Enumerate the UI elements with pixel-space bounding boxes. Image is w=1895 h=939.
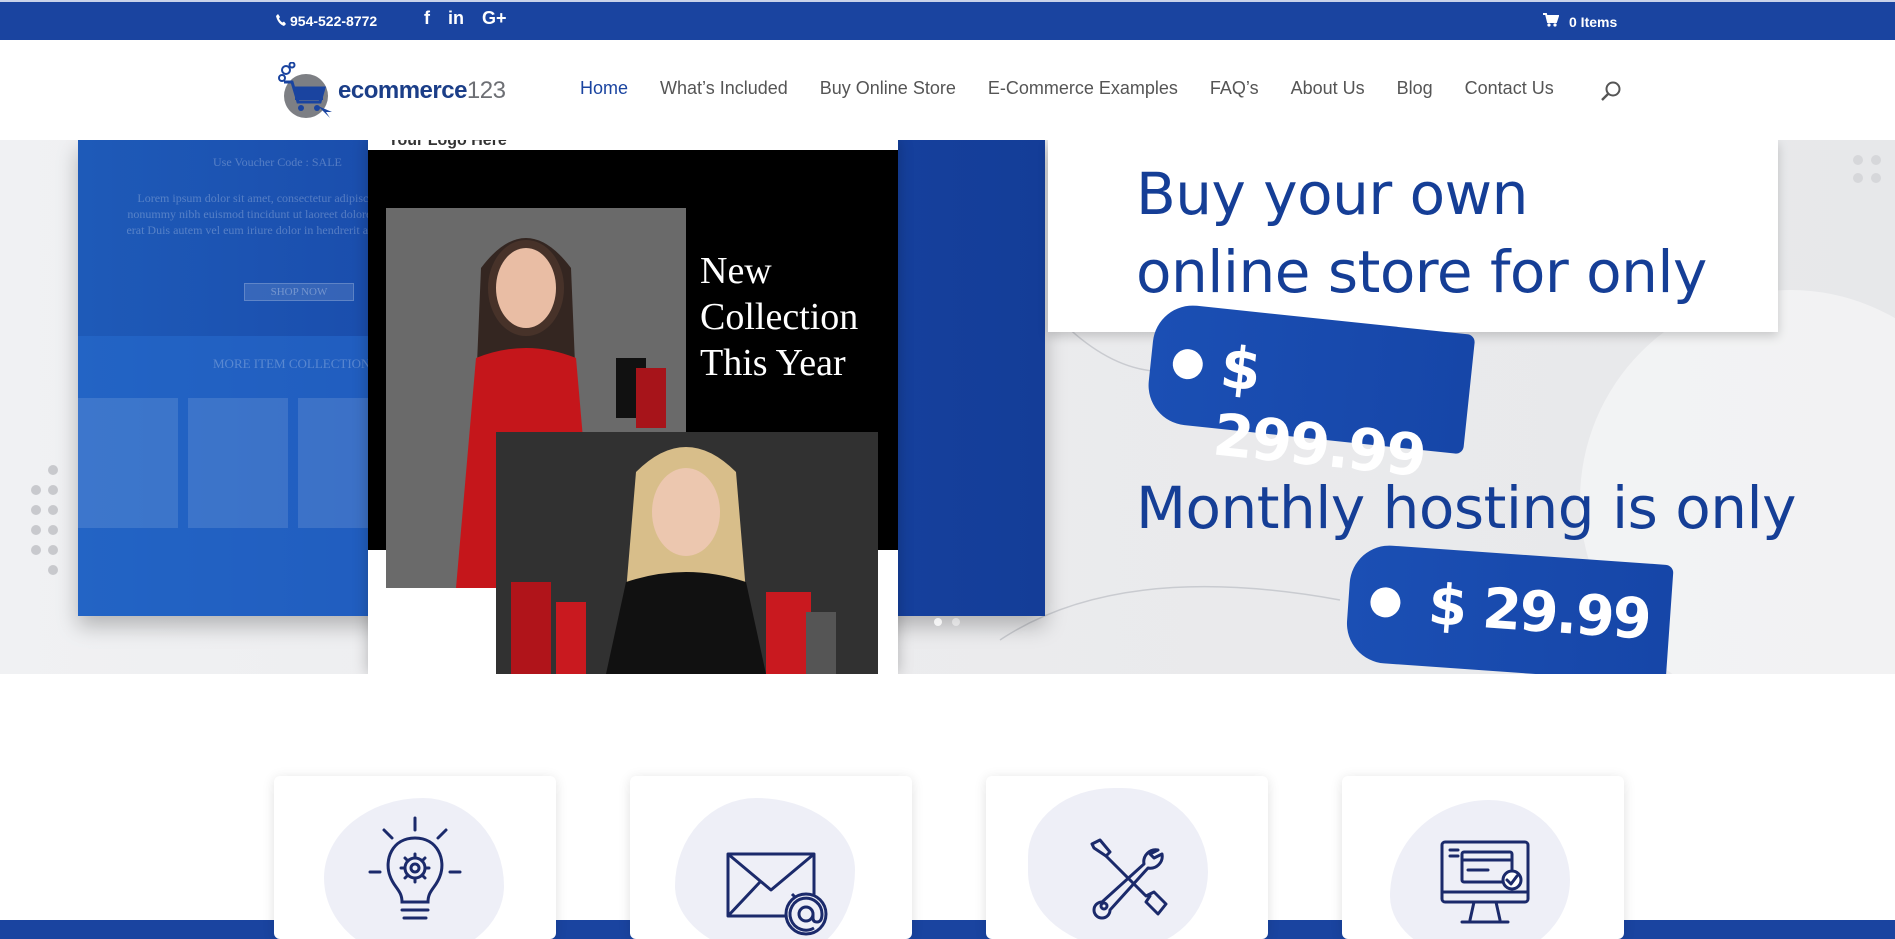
tools-icon (1090, 838, 1168, 920)
facebook-icon[interactable]: f (424, 8, 430, 29)
cart-icon (1543, 13, 1560, 30)
tag-hole (1171, 347, 1205, 381)
google-plus-icon[interactable]: G+ (482, 8, 507, 29)
cart-link[interactable]: 0 Items (1543, 13, 1617, 30)
phone-icon (276, 13, 286, 29)
voucher-text: Use Voucher Code : SALE (213, 155, 342, 169)
nav-blog[interactable]: Blog (1397, 78, 1433, 99)
logo-text: ecommerce123 (338, 77, 506, 104)
store-price: $ 299.99 (1210, 332, 1428, 491)
main-header: ecommerce123 Home What’s Included Buy On… (0, 40, 1895, 140)
tag-hole (1369, 586, 1402, 619)
feature-card-online-payment[interactable] (1342, 776, 1624, 939)
phone-link[interactable]: 954-522-8772 (276, 13, 377, 29)
nav-ecommerce-examples[interactable]: E-Commerce Examples (988, 78, 1178, 99)
subheadline: Monthly hosting is only (1136, 474, 1796, 542)
top-bar: 954-522-8772 f in G+ 0 Items (0, 0, 1895, 40)
cart-count: 0 Items (1569, 13, 1618, 30)
email-at-icon (726, 852, 828, 936)
store-preview-card: Your Logo Here New Collection This Year (368, 140, 898, 674)
headline-line1: Buy your own (1136, 160, 1528, 228)
nav-faqs[interactable]: FAQ’s (1210, 78, 1259, 99)
headline-line2: online store for only (1136, 238, 1707, 306)
monitor-payment-icon (1440, 840, 1530, 924)
nav-contact-us[interactable]: Contact Us (1465, 78, 1554, 99)
social-links: f in G+ (424, 8, 507, 29)
nav-whats-included[interactable]: What’s Included (660, 78, 788, 99)
price-tag-hosting: $ 29.99 (1344, 542, 1674, 674)
search-button[interactable] (1600, 80, 1622, 107)
shop-now-faded-button: SHOP NOW (244, 283, 354, 301)
slide-dot-2[interactable] (952, 618, 960, 626)
slide-dot-1[interactable] (934, 618, 942, 626)
linkedin-icon[interactable]: in (448, 8, 464, 29)
main-nav: Home What’s Included Buy Online Store E-… (580, 78, 1554, 99)
product-thumb (188, 398, 288, 528)
more-items-text: MORE ITEM COLLECTION (213, 356, 371, 371)
product-thumb (298, 398, 378, 528)
nav-buy-online-store[interactable]: Buy Online Store (820, 78, 956, 99)
lightbulb-gear-icon (368, 816, 462, 920)
hero-slider[interactable]: Use Voucher Code : SALE Lorem ipsum dolo… (0, 140, 1895, 674)
slider-dots (934, 618, 960, 626)
product-thumb (78, 398, 178, 528)
site-logo[interactable]: ecommerce123 (278, 62, 506, 120)
logo-placeholder-text: Your Logo Here (388, 140, 507, 149)
phone-number: 954-522-8772 (290, 13, 378, 29)
search-icon (1601, 81, 1621, 101)
model-photo-black-dress (496, 432, 878, 674)
hosting-price: $ 29.99 (1426, 572, 1652, 653)
feature-card-ideas[interactable] (274, 776, 556, 939)
item-collection-area: MORE ITEM COLLECTION (78, 336, 378, 616)
new-collection-text: New Collection This Year (700, 250, 859, 384)
feature-card-email[interactable] (630, 776, 912, 939)
feature-card-tools[interactable] (986, 776, 1268, 939)
cart-logo-icon (278, 62, 332, 118)
nav-about-us[interactable]: About Us (1291, 78, 1365, 99)
nav-home[interactable]: Home (580, 78, 628, 99)
